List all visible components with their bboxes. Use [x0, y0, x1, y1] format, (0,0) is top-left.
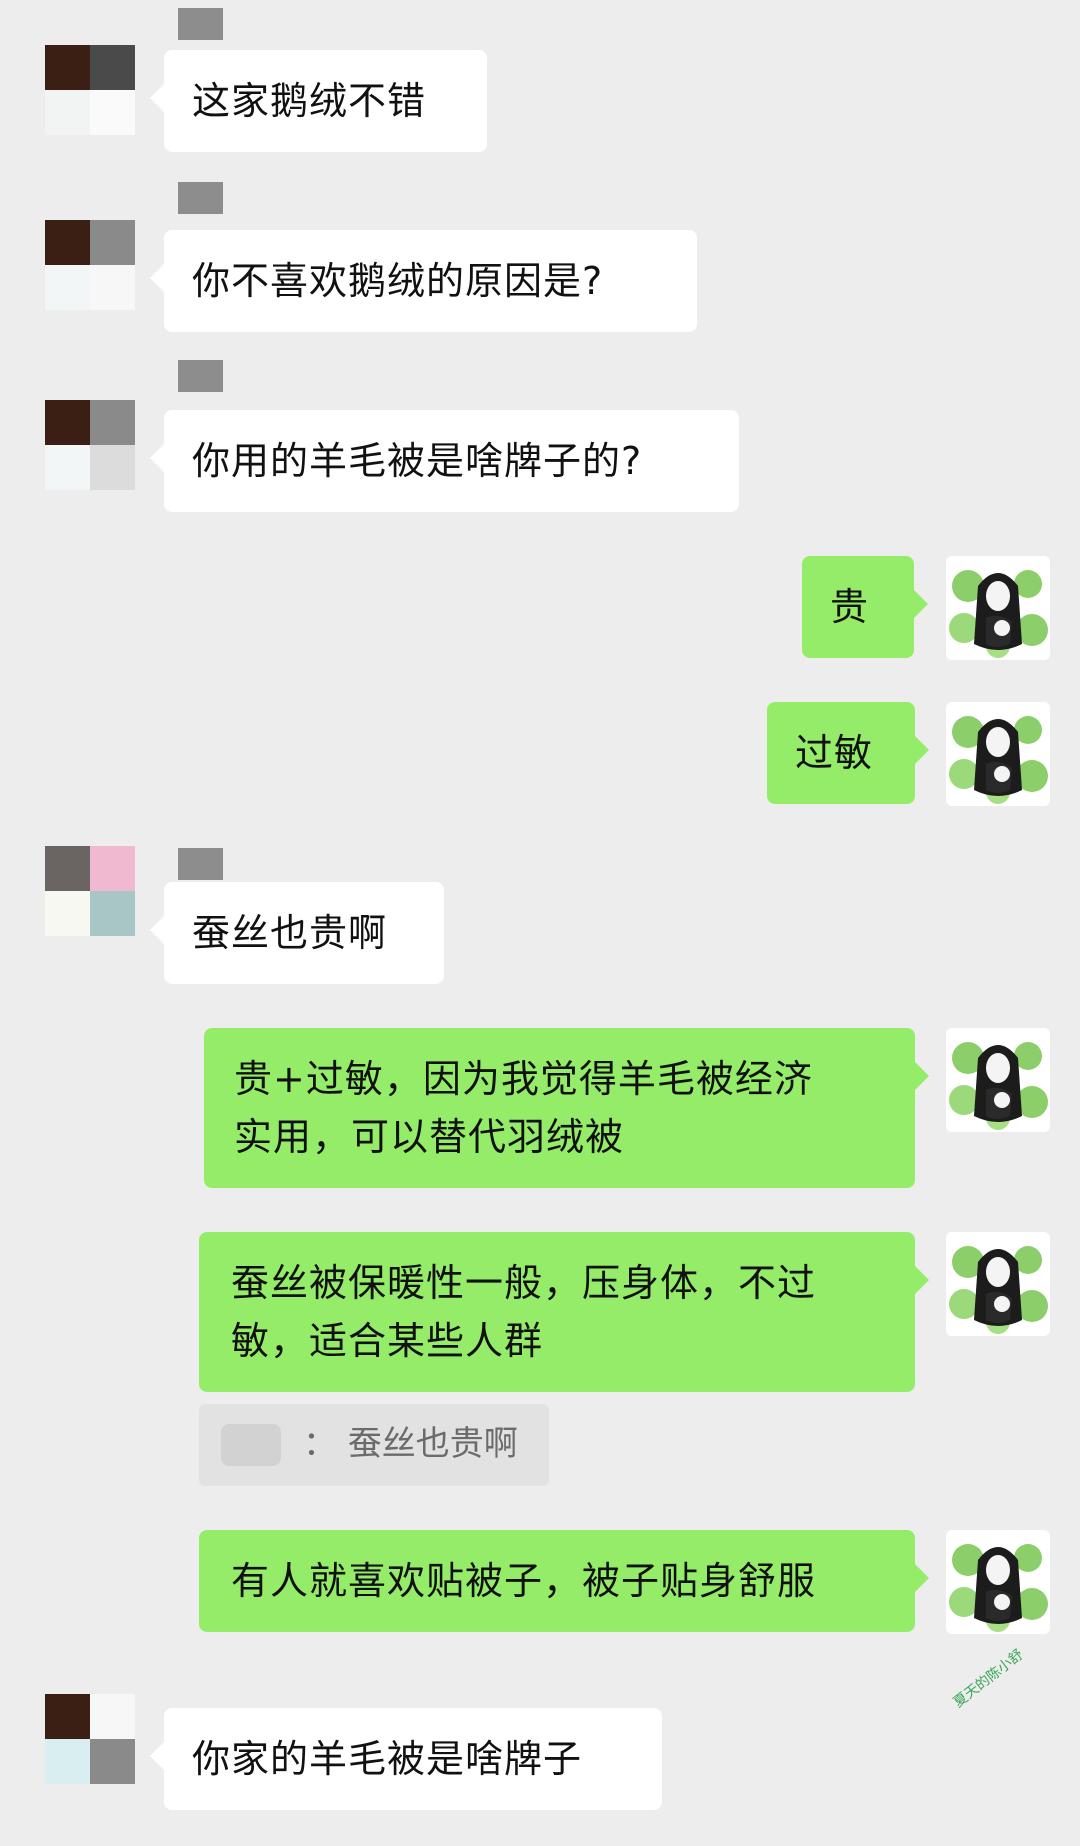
- quoted-sender-blurred: [221, 1424, 281, 1466]
- my-avatar-icon[interactable]: [946, 1530, 1050, 1634]
- my-avatar-icon[interactable]: [946, 556, 1050, 660]
- message-text-line: 敏，适合某些人群: [231, 1319, 544, 1363]
- message-text-line: 实用，可以替代羽绒被: [234, 1115, 625, 1159]
- quote-text: 蚕丝也贵啊: [347, 1424, 518, 1464]
- message-bubble-incoming[interactable]: 你不喜欢鹅绒的原因是?: [150, 230, 697, 332]
- message-text: 这家鹅绒不错: [192, 79, 427, 123]
- contact-nickname-blurred: [178, 360, 223, 392]
- message-bubble-outgoing[interactable]: 有人就喜欢贴被子，被子贴身舒服: [199, 1530, 929, 1632]
- message-bubble-incoming[interactable]: 蚕丝也贵啊: [150, 882, 444, 984]
- message-bubble-outgoing[interactable]: 贵: [802, 556, 928, 658]
- message-text: 有人就喜欢贴被子，被子贴身舒服: [231, 1559, 817, 1603]
- message-text: 蚕丝也贵啊: [192, 911, 388, 955]
- message-text: 过敏: [795, 731, 874, 775]
- message-text-line: 贵+过敏，因为我觉得羊毛被经济: [234, 1057, 813, 1101]
- message-bubble-incoming[interactable]: 这家鹅绒不错: [150, 50, 487, 152]
- contact-nickname-blurred: [178, 182, 223, 214]
- contact-nickname-blurred: [178, 848, 223, 880]
- contact-nickname-blurred: [178, 8, 223, 40]
- message-bubble-incoming[interactable]: 你用的羊毛被是啥牌子的?: [150, 410, 739, 512]
- quoted-message[interactable]: ： 蚕丝也贵啊: [199, 1404, 549, 1486]
- my-avatar-icon[interactable]: [946, 1232, 1050, 1336]
- message-text: 你家的羊毛被是啥牌子: [192, 1737, 583, 1781]
- contact-avatar[interactable]: [45, 400, 135, 490]
- contact-avatar[interactable]: [45, 846, 135, 936]
- quote-separator: ：: [303, 1424, 337, 1464]
- message-text: 你不喜欢鹅绒的原因是?: [192, 259, 604, 303]
- contact-avatar[interactable]: [45, 220, 135, 310]
- message-text: 你用的羊毛被是啥牌子的?: [192, 439, 643, 483]
- message-text: 贵: [830, 585, 870, 629]
- message-bubble-outgoing[interactable]: 过敏: [767, 702, 929, 804]
- message-bubble-incoming[interactable]: 你家的羊毛被是啥牌子: [150, 1708, 662, 1810]
- contact-avatar[interactable]: [45, 45, 135, 135]
- message-text-line: 蚕丝被保暖性一般，压身体，不过: [231, 1261, 817, 1305]
- watermark: 夏天的陈小舒: [950, 1646, 1027, 1711]
- message-bubble-outgoing[interactable]: 蚕丝被保暖性一般，压身体，不过 敏，适合某些人群: [199, 1232, 929, 1392]
- message-bubble-outgoing[interactable]: 贵+过敏，因为我觉得羊毛被经济 实用，可以替代羽绒被: [204, 1028, 929, 1188]
- my-avatar-icon[interactable]: [946, 702, 1050, 806]
- my-avatar-icon[interactable]: [946, 1028, 1050, 1132]
- contact-avatar[interactable]: [45, 1694, 135, 1784]
